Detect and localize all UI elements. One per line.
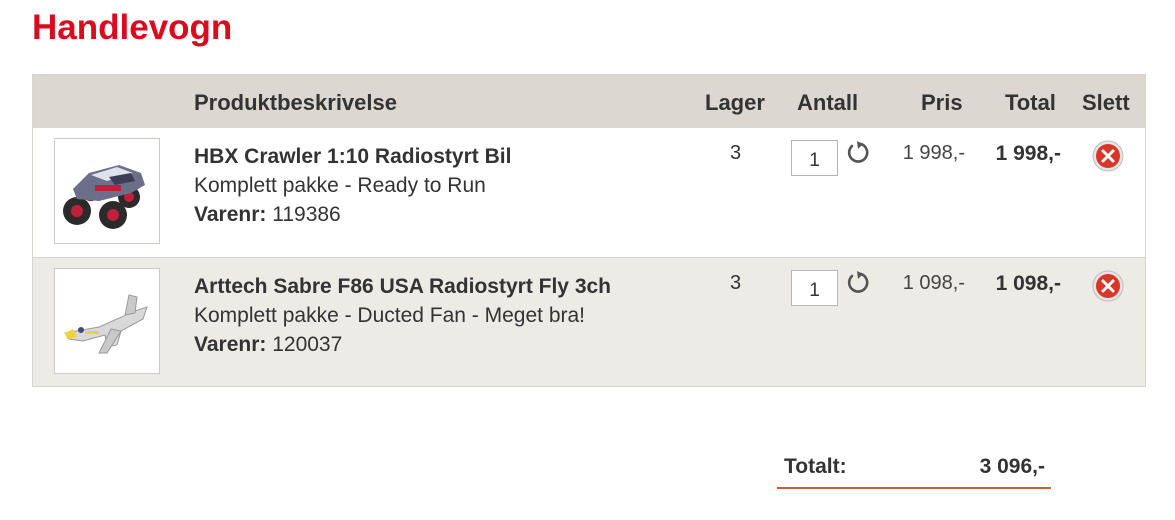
table-row: HBX Crawler 1:10 Radiostyrt Bil Komplett…: [33, 128, 1145, 257]
product-sku: Varenr: 119386: [194, 200, 511, 229]
product-description: HBX Crawler 1:10 Radiostyrt Bil Komplett…: [194, 142, 511, 229]
cart-summary: Totalt: 3 096,-: [777, 452, 1051, 489]
price-value: 1 098,-: [902, 272, 965, 294]
price-value: 1 998,-: [902, 142, 965, 164]
product-subtitle: Komplett pakke - Ready to Run: [194, 174, 486, 197]
stock-value: 3: [730, 272, 742, 294]
refresh-icon[interactable]: [845, 270, 871, 296]
product-image[interactable]: [54, 268, 160, 374]
product-name[interactable]: Arttech Sabre F86 USA Radiostyrt Fly 3ch: [194, 272, 611, 301]
rc-crawler-car-icon: [63, 165, 145, 229]
table-row: Arttech Sabre F86 USA Radiostyrt Fly 3ch…: [33, 257, 1145, 386]
product-name[interactable]: HBX Crawler 1:10 Radiostyrt Bil: [194, 142, 511, 171]
product-subtitle: Komplett pakke - Ducted Fan - Meget bra!: [194, 304, 586, 327]
stock-value: 3: [730, 142, 742, 164]
header-total: Total: [1005, 90, 1056, 115]
sku-label: Varenr:: [194, 333, 267, 356]
product-sku: Varenr: 120037: [194, 330, 611, 359]
header-quantity: Antall: [797, 90, 859, 115]
table-header: Produktbeskrivelse Lager Antall Pris Tot…: [33, 75, 1145, 128]
delete-icon[interactable]: [1092, 140, 1124, 172]
line-total: 1 098,-: [995, 272, 1061, 295]
summary-total: 3 096,-: [979, 455, 1045, 478]
page-title: Handlevogn: [32, 8, 233, 47]
summary-label: Totalt:: [784, 455, 847, 478]
header-stock: Lager: [705, 90, 765, 115]
refresh-icon[interactable]: [845, 140, 871, 166]
header-description: Produktbeskrivelse: [194, 90, 397, 115]
sku-value: 119386: [272, 203, 341, 226]
quantity-input[interactable]: [791, 140, 838, 176]
product-description: Arttech Sabre F86 USA Radiostyrt Fly 3ch…: [194, 272, 611, 359]
cart-table: Produktbeskrivelse Lager Antall Pris Tot…: [32, 74, 1146, 387]
delete-icon[interactable]: [1092, 270, 1124, 302]
header-delete: Slett: [1082, 90, 1130, 115]
quantity-input[interactable]: [791, 270, 838, 306]
header-price: Pris: [921, 90, 963, 115]
product-image[interactable]: [54, 138, 160, 244]
rc-jet-plane-icon: [64, 294, 148, 354]
sku-label: Varenr:: [194, 203, 267, 226]
sku-value: 120037: [272, 333, 343, 356]
line-total: 1 998,-: [995, 142, 1061, 165]
